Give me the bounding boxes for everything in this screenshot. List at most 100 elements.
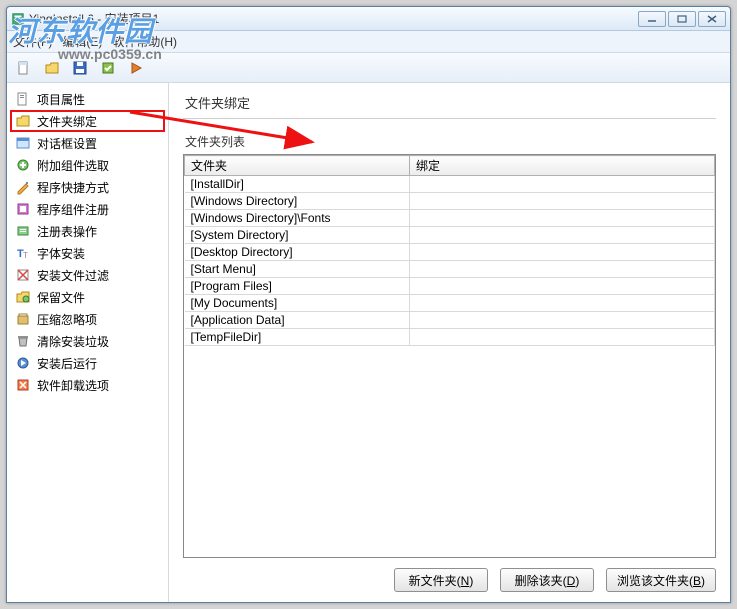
cell-folder: [Windows Directory]\Fonts <box>185 210 410 227</box>
list-label: 文件夹列表 <box>183 133 716 150</box>
sidebar-item-icon <box>15 355 31 371</box>
sidebar-item-icon <box>15 157 31 173</box>
sidebar-item-2[interactable]: 对话框设置 <box>11 133 164 153</box>
sidebar-item-4[interactable]: 程序快捷方式 <box>11 177 164 197</box>
sidebar-item-1[interactable]: 文件夹绑定 <box>11 111 164 131</box>
sidebar-item-6[interactable]: 注册表操作 <box>11 221 164 241</box>
col-binding[interactable]: 绑定 <box>410 156 715 176</box>
sidebar-item-icon <box>15 377 31 393</box>
sidebar-item-label: 安装后运行 <box>37 355 97 372</box>
sidebar-item-11[interactable]: 清除安装垃圾 <box>11 331 164 351</box>
table-row[interactable]: [Program Files] <box>185 278 715 295</box>
cell-folder: [Start Menu] <box>185 261 410 278</box>
page-title: 文件夹绑定 <box>183 93 716 118</box>
cell-folder: [TempFileDir] <box>185 329 410 346</box>
browse-folder-button[interactable]: 浏览该文件夹(B) <box>606 568 716 592</box>
cell-binding <box>410 244 715 261</box>
sidebar-item-icon <box>15 201 31 217</box>
table-row[interactable]: [TempFileDir] <box>185 329 715 346</box>
sidebar-item-label: 压缩忽略项 <box>37 311 97 328</box>
cell-folder: [Desktop Directory] <box>185 244 410 261</box>
sidebar-item-label: 项目属性 <box>37 91 85 108</box>
titlebar[interactable]: YingInstall 6 - 安装项目1 <box>7 7 730 31</box>
minimize-button[interactable] <box>638 11 666 27</box>
delete-folder-button[interactable]: 删除该夹(D) <box>500 568 594 592</box>
sidebar-item-5[interactable]: 程序组件注册 <box>11 199 164 219</box>
sidebar-item-icon <box>15 333 31 349</box>
sidebar-item-10[interactable]: 压缩忽略项 <box>11 309 164 329</box>
sidebar-item-label: 清除安装垃圾 <box>37 333 109 350</box>
window-title: YingInstall 6 - 安装项目1 <box>29 10 638 27</box>
cell-folder: [Application Data] <box>185 312 410 329</box>
menu-file[interactable]: 文件(F) <box>13 33 52 50</box>
sidebar-item-label: 软件卸载选项 <box>37 377 109 394</box>
cell-folder: [Program Files] <box>185 278 410 295</box>
sidebar-item-icon <box>15 135 31 151</box>
table-row[interactable]: [My Documents] <box>185 295 715 312</box>
maximize-button[interactable] <box>668 11 696 27</box>
cell-binding <box>410 227 715 244</box>
cell-binding <box>410 312 715 329</box>
menu-help[interactable]: 软件帮助(H) <box>112 33 177 50</box>
sidebar-item-13[interactable]: 软件卸载选项 <box>11 375 164 395</box>
table-row[interactable]: [System Directory] <box>185 227 715 244</box>
sidebar-item-9[interactable]: 保留文件 <box>11 287 164 307</box>
sidebar-item-label: 保留文件 <box>37 289 85 306</box>
sidebar-item-icon <box>15 113 31 129</box>
sidebar-item-label: 注册表操作 <box>37 223 97 240</box>
toolbar-save-icon[interactable] <box>69 57 91 79</box>
table-row[interactable]: [Start Menu] <box>185 261 715 278</box>
sidebar-item-label: 程序组件注册 <box>37 201 109 218</box>
toolbar-new-icon[interactable] <box>13 57 35 79</box>
table-row[interactable]: [Application Data] <box>185 312 715 329</box>
sidebar-item-icon <box>15 289 31 305</box>
toolbar-run-icon[interactable] <box>125 57 147 79</box>
new-folder-button[interactable]: 新文件夹(N) <box>394 568 488 592</box>
sidebar: 项目属性文件夹绑定对话框设置附加组件选取程序快捷方式程序组件注册注册表操作 TT 字… <box>7 83 169 602</box>
table-row[interactable]: [Windows Directory] <box>185 193 715 210</box>
cell-folder: [My Documents] <box>185 295 410 312</box>
menubar: 文件(F) 编辑(E) 软件帮助(H) <box>7 31 730 53</box>
app-icon <box>11 12 25 26</box>
sidebar-item-icon <box>15 179 31 195</box>
sidebar-item-label: 程序快捷方式 <box>37 179 109 196</box>
cell-binding <box>410 193 715 210</box>
sidebar-item-7[interactable]: TT 字体安装 <box>11 243 164 263</box>
sidebar-item-icon <box>15 267 31 283</box>
sidebar-item-icon <box>15 311 31 327</box>
sidebar-item-icon: TT <box>15 245 31 261</box>
sidebar-item-label: 安装文件过滤 <box>37 267 109 284</box>
app-window: YingInstall 6 - 安装项目1 文件(F) 编辑(E) 软件帮助(H… <box>6 6 731 603</box>
button-row: 新文件夹(N) 删除该夹(D) 浏览该文件夹(B) <box>183 558 716 592</box>
toolbar <box>7 53 730 83</box>
main-panel: 文件夹绑定 文件夹列表 文件夹 绑定 [InstallDir][Windows … <box>169 83 730 602</box>
sidebar-item-3[interactable]: 附加组件选取 <box>11 155 164 175</box>
sidebar-item-0[interactable]: 项目属性 <box>11 89 164 109</box>
cell-folder: [Windows Directory] <box>185 193 410 210</box>
sidebar-item-label: 附加组件选取 <box>37 157 109 174</box>
table-row[interactable]: [Desktop Directory] <box>185 244 715 261</box>
toolbar-open-icon[interactable] <box>41 57 63 79</box>
col-folder[interactable]: 文件夹 <box>185 156 410 176</box>
cell-binding <box>410 176 715 193</box>
sidebar-item-12[interactable]: 安装后运行 <box>11 353 164 373</box>
sidebar-item-8[interactable]: 安装文件过滤 <box>11 265 164 285</box>
sidebar-item-label: 文件夹绑定 <box>37 113 97 130</box>
folder-table[interactable]: 文件夹 绑定 [InstallDir][Windows Directory][W… <box>183 154 716 558</box>
sidebar-item-label: 对话框设置 <box>37 135 97 152</box>
sidebar-item-icon <box>15 223 31 239</box>
cell-binding <box>410 329 715 346</box>
table-row[interactable]: [InstallDir] <box>185 176 715 193</box>
table-row[interactable]: [Windows Directory]\Fonts <box>185 210 715 227</box>
divider <box>183 118 716 119</box>
svg-text:T: T <box>23 251 28 260</box>
cell-folder: [InstallDir] <box>185 176 410 193</box>
cell-binding <box>410 278 715 295</box>
menu-edit[interactable]: 编辑(E) <box>62 33 102 50</box>
sidebar-item-icon <box>15 91 31 107</box>
toolbar-build-icon[interactable] <box>97 57 119 79</box>
cell-binding <box>410 295 715 312</box>
sidebar-item-label: 字体安装 <box>37 245 85 262</box>
close-button[interactable] <box>698 11 726 27</box>
cell-binding <box>410 210 715 227</box>
